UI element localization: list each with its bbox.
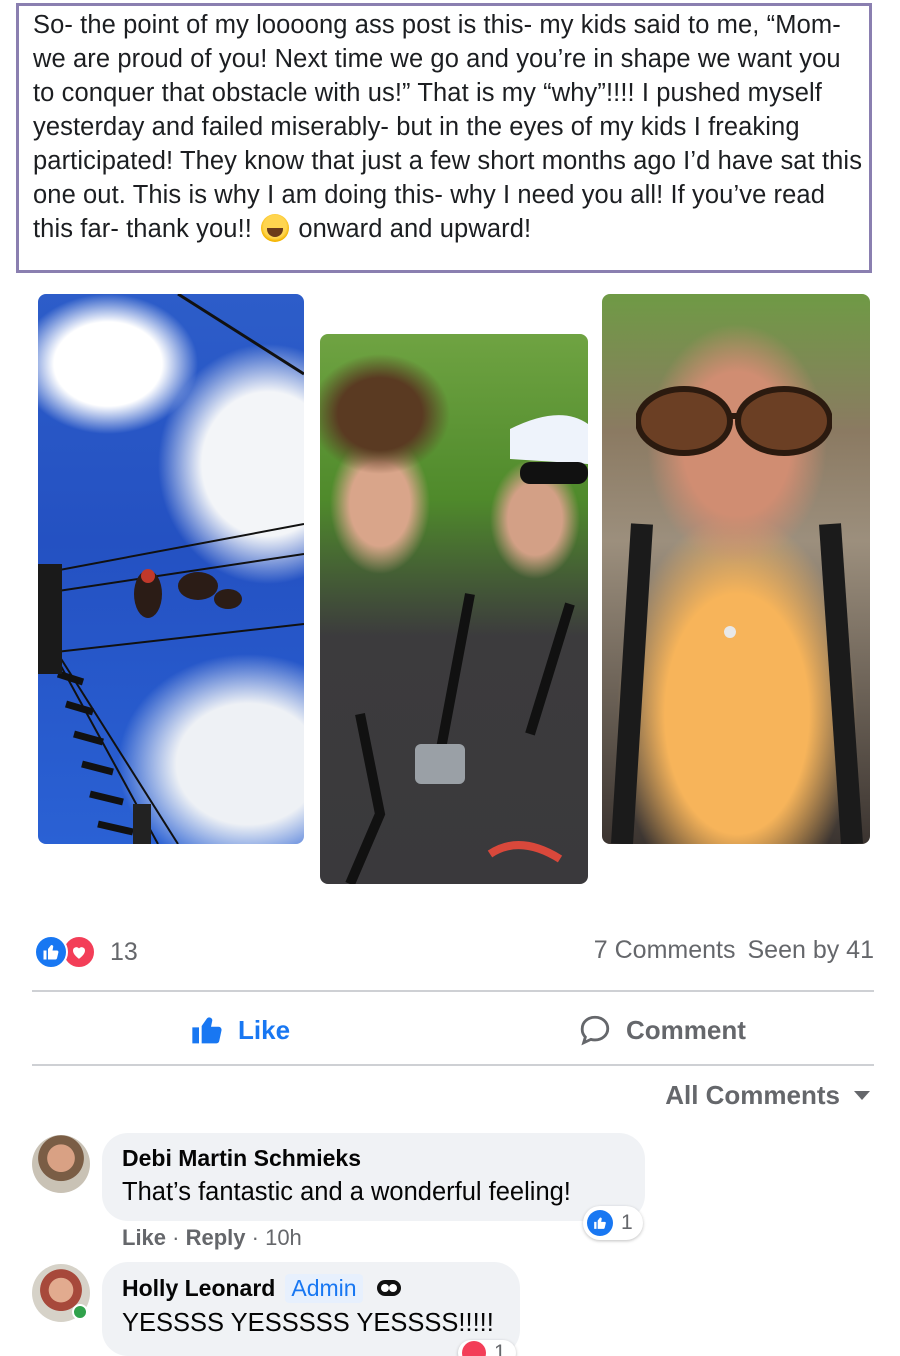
comment-bubble: Holly Leonard Admin YESSSS YESSSSS YESSS… bbox=[102, 1262, 520, 1356]
comment-reply-link[interactable]: Reply bbox=[186, 1225, 246, 1250]
woman-sunglasses-photo[interactable] bbox=[602, 294, 870, 844]
moderator-badge-icon[interactable] bbox=[375, 1277, 405, 1301]
comment-text: That’s fantastic and a wonderful feeling… bbox=[122, 1178, 571, 1206]
comment-reaction-summary[interactable]: 1 bbox=[458, 1340, 516, 1356]
comment-button-label: Comment bbox=[626, 1014, 746, 1045]
two-boys-harness-photo[interactable] bbox=[320, 334, 588, 884]
reaction-summary[interactable]: 13 bbox=[34, 934, 138, 970]
admin-badge[interactable]: Admin bbox=[285, 1274, 363, 1303]
comment-text: YESSSS YESSSSS YESSSS!!!!! bbox=[122, 1309, 494, 1337]
post-body-text: So- the point of my loooong ass post is … bbox=[33, 11, 863, 243]
comment-bubble: Debi Martin Schmieks That’s fantastic an… bbox=[102, 1133, 645, 1221]
boys-overlay bbox=[345, 415, 588, 884]
comment-reaction-count: 1 bbox=[621, 1211, 633, 1234]
comment-timestamp[interactable]: 10h bbox=[265, 1225, 302, 1250]
avatar[interactable] bbox=[32, 1135, 90, 1193]
seen-by-link[interactable]: Seen by 41 bbox=[748, 936, 875, 964]
comments-filter-dropdown[interactable]: All Comments bbox=[665, 1080, 870, 1111]
comment-actions: Like · Reply · 10h bbox=[122, 1225, 302, 1250]
thumbs-up-icon bbox=[192, 1017, 222, 1044]
comment-reaction-summary[interactable]: 1 bbox=[583, 1206, 643, 1240]
love-reaction-icon bbox=[462, 1341, 486, 1356]
comment-bubble-icon bbox=[580, 1015, 610, 1046]
online-status-dot bbox=[72, 1304, 88, 1320]
comments-filter-label: All Comments bbox=[665, 1080, 840, 1110]
like-button-label: Like bbox=[238, 1014, 291, 1045]
comment-author-row: Holly Leonard Admin bbox=[122, 1274, 500, 1303]
reaction-count: 13 bbox=[110, 937, 138, 966]
comment-count-link[interactable]: 7 Comments bbox=[594, 936, 736, 964]
comment-author[interactable]: Debi Martin Schmieks bbox=[122, 1145, 625, 1172]
caret-down-icon bbox=[854, 1091, 870, 1100]
ropes-course-lines bbox=[38, 294, 304, 844]
post-text-highlight-box: So- the point of my loooong ass post is … bbox=[16, 3, 872, 273]
divider-top bbox=[32, 990, 874, 992]
like-button[interactable]: Like bbox=[190, 1008, 290, 1052]
backpack-straps bbox=[611, 523, 863, 844]
comment-author[interactable]: Holly Leonard bbox=[122, 1275, 275, 1302]
ropes-course-sky-photo[interactable] bbox=[38, 294, 304, 844]
laughing-emoji-icon bbox=[261, 214, 290, 242]
comment-like-link[interactable]: Like bbox=[122, 1225, 166, 1250]
like-reaction-icon bbox=[34, 935, 68, 969]
like-reaction-icon bbox=[587, 1210, 613, 1236]
divider-bottom bbox=[32, 1064, 874, 1066]
comment-button[interactable]: Comment bbox=[578, 1008, 746, 1052]
post-body-text-end: onward and upward! bbox=[291, 215, 532, 243]
comment-reaction-count: 1 bbox=[494, 1341, 506, 1356]
post-meta: 7 Comments Seen by 41 bbox=[594, 936, 874, 965]
